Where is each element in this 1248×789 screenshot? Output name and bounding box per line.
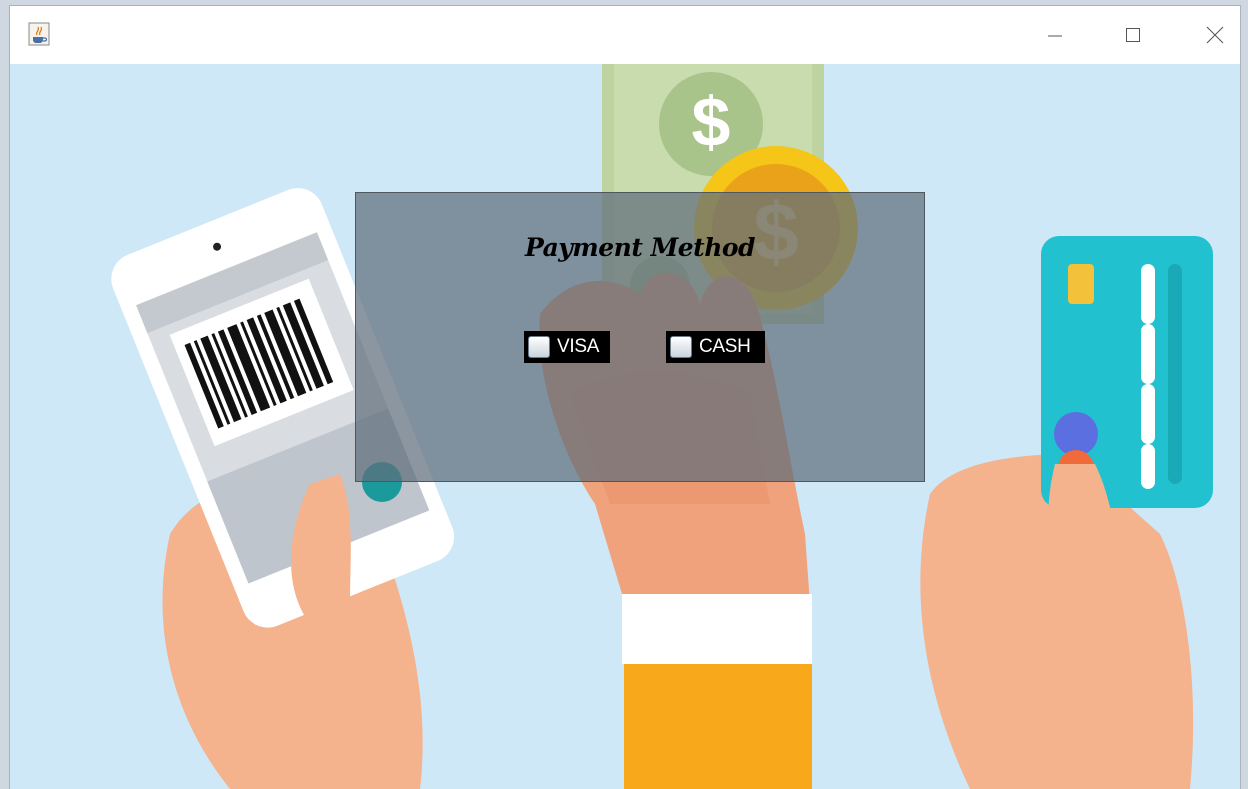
- visa-label: VISA: [557, 336, 600, 357]
- maximize-icon: [1126, 28, 1140, 42]
- cash-checkbox[interactable]: [670, 336, 692, 358]
- visa-option[interactable]: VISA: [524, 331, 610, 363]
- panel-title: Payment Method: [524, 233, 756, 262]
- app-window: $ $: [10, 6, 1240, 789]
- title-bar[interactable]: [10, 6, 1240, 64]
- cash-label: CASH: [699, 336, 751, 357]
- maximize-button[interactable]: [1098, 6, 1168, 64]
- payment-method-panel: Payment Method VISA CASH: [355, 192, 925, 482]
- close-icon: [1206, 26, 1224, 44]
- svg-text:$: $: [692, 83, 731, 161]
- java-cup-icon: [28, 22, 50, 46]
- minimize-button[interactable]: [1020, 6, 1090, 64]
- visa-checkbox[interactable]: [528, 336, 550, 358]
- cash-option[interactable]: CASH: [666, 331, 765, 363]
- content-area: $ $: [10, 64, 1240, 789]
- close-button[interactable]: [1180, 6, 1240, 64]
- minimize-icon: [1048, 35, 1062, 37]
